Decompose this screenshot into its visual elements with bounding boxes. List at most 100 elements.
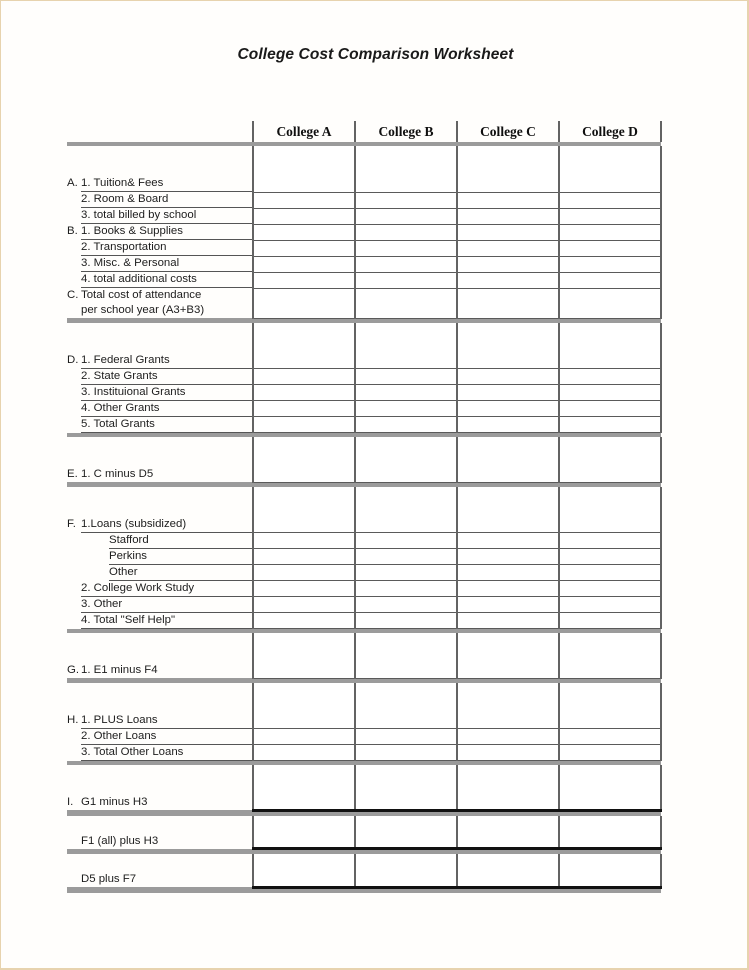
input-cell-cost-of-attendance-4-0[interactable] (252, 240, 356, 257)
input-cell-other-self-help-aid-5-0[interactable] (252, 596, 356, 613)
input-cell-grants-and-scholarships-4-3[interactable] (558, 416, 662, 433)
input-cell-total-student-financial-aid-heading-0[interactable] (252, 854, 356, 872)
input-cell-other-self-help-aid-6-2[interactable] (456, 612, 560, 629)
input-cell-grants-and-scholarships-heading-1[interactable] (354, 322, 458, 346)
input-cell-annual-out-of-pocket-cash-heading-2[interactable] (456, 765, 560, 788)
input-cell-grants-and-scholarships-2-2[interactable] (456, 384, 560, 401)
input-cell-cost-of-attendance-8-1[interactable] (354, 303, 458, 319)
input-cell-other-self-help-aid-3-3[interactable] (558, 564, 662, 581)
input-cell-other-loans-heading-0[interactable] (252, 682, 356, 706)
input-cell-total-student-financial-aid-0-0[interactable] (252, 872, 356, 889)
input-cell-other-loans-heading-2[interactable] (456, 682, 560, 706)
input-cell-other-self-help-aid-4-1[interactable] (354, 580, 458, 597)
input-cell-other-self-help-aid-2-0[interactable] (252, 548, 356, 565)
input-cell-discounted-cost-to-family-gap-2[interactable] (456, 460, 560, 467)
input-cell-other-self-help-aid-3-0[interactable] (252, 564, 356, 581)
input-cell-grants-and-scholarships-1-3[interactable] (558, 368, 662, 385)
input-cell-cost-of-attendance-7-3[interactable] (558, 288, 662, 303)
input-cell-other-self-help-aid-6-0[interactable] (252, 612, 356, 629)
input-cell-cost-of-attendance-7-2[interactable] (456, 288, 560, 303)
input-cell-family-contribution-to-cost-0-0[interactable] (252, 663, 356, 679)
input-cell-discounted-cost-to-family-heading-2[interactable] (456, 437, 560, 460)
input-cell-family-contribution-to-cost-0-2[interactable] (456, 663, 560, 679)
input-cell-annual-out-of-pocket-cash-0-1[interactable] (354, 795, 458, 812)
input-cell-other-loans-0-2[interactable] (456, 712, 560, 729)
input-cell-other-self-help-aid-0-1[interactable] (354, 516, 458, 533)
input-cell-grants-and-scholarships-heading-2[interactable] (456, 322, 560, 346)
input-cell-other-self-help-aid-heading-0[interactable] (252, 486, 356, 510)
input-cell-other-self-help-aid-3-2[interactable] (456, 564, 560, 581)
input-cell-grants-and-scholarships-1-2[interactable] (456, 368, 560, 385)
input-cell-total-loans-0-1[interactable] (354, 833, 458, 850)
input-cell-total-loans-0-0[interactable] (252, 833, 356, 850)
input-cell-other-self-help-aid-0-0[interactable] (252, 516, 356, 533)
input-cell-cost-of-attendance-gap-2[interactable] (456, 169, 560, 176)
input-cell-cost-of-attendance-5-0[interactable] (252, 256, 356, 273)
input-cell-other-loans-gap-1[interactable] (354, 705, 458, 713)
input-cell-family-contribution-to-cost-gap-2[interactable] (456, 656, 560, 663)
input-cell-cost-of-attendance-2-0[interactable] (252, 208, 356, 225)
input-cell-other-self-help-aid-5-2[interactable] (456, 596, 560, 613)
input-cell-cost-of-attendance-6-0[interactable] (252, 272, 356, 289)
input-cell-other-self-help-aid-0-3[interactable] (558, 516, 662, 533)
input-cell-other-self-help-aid-gap-2[interactable] (456, 509, 560, 517)
input-cell-grants-and-scholarships-gap-3[interactable] (558, 345, 662, 353)
input-cell-other-self-help-aid-gap-3[interactable] (558, 509, 662, 517)
input-cell-other-self-help-aid-1-0[interactable] (252, 532, 356, 549)
input-cell-other-loans-1-3[interactable] (558, 728, 662, 745)
input-cell-other-loans-gap-2[interactable] (456, 705, 560, 713)
input-cell-grants-and-scholarships-0-2[interactable] (456, 352, 560, 369)
input-cell-other-loans-2-1[interactable] (354, 744, 458, 761)
input-cell-grants-and-scholarships-heading-0[interactable] (252, 322, 356, 346)
input-cell-annual-out-of-pocket-cash-heading-0[interactable] (252, 765, 356, 788)
input-cell-total-student-financial-aid-0-1[interactable] (354, 872, 458, 889)
input-cell-total-student-financial-aid-0-2[interactable] (456, 872, 560, 889)
input-cell-discounted-cost-to-family-0-1[interactable] (354, 467, 458, 483)
input-cell-discounted-cost-to-family-heading-3[interactable] (558, 437, 662, 460)
input-cell-cost-of-attendance-2-3[interactable] (558, 208, 662, 225)
input-cell-family-contribution-to-cost-0-3[interactable] (558, 663, 662, 679)
input-cell-cost-of-attendance-8-0[interactable] (252, 303, 356, 319)
input-cell-discounted-cost-to-family-0-3[interactable] (558, 467, 662, 483)
input-cell-grants-and-scholarships-0-3[interactable] (558, 352, 662, 369)
input-cell-grants-and-scholarships-gap-1[interactable] (354, 345, 458, 353)
input-cell-other-loans-2-2[interactable] (456, 744, 560, 761)
input-cell-grants-and-scholarships-2-3[interactable] (558, 384, 662, 401)
input-cell-other-self-help-aid-0-2[interactable] (456, 516, 560, 533)
input-cell-other-self-help-aid-5-1[interactable] (354, 596, 458, 613)
input-cell-discounted-cost-to-family-0-2[interactable] (456, 467, 560, 483)
input-cell-cost-of-attendance-2-1[interactable] (354, 208, 458, 225)
input-cell-grants-and-scholarships-heading-3[interactable] (558, 322, 662, 346)
input-cell-other-self-help-aid-2-1[interactable] (354, 548, 458, 565)
input-cell-cost-of-attendance-7-1[interactable] (354, 288, 458, 303)
input-cell-grants-and-scholarships-2-1[interactable] (354, 384, 458, 401)
input-cell-other-self-help-aid-2-2[interactable] (456, 548, 560, 565)
input-cell-other-loans-heading-1[interactable] (354, 682, 458, 706)
input-cell-other-self-help-aid-4-3[interactable] (558, 580, 662, 597)
input-cell-other-self-help-aid-6-3[interactable] (558, 612, 662, 629)
input-cell-cost-of-attendance-4-1[interactable] (354, 240, 458, 257)
input-cell-cost-of-attendance-6-1[interactable] (354, 272, 458, 289)
input-cell-cost-of-attendance-3-1[interactable] (354, 224, 458, 241)
input-cell-other-loans-gap-0[interactable] (252, 705, 356, 713)
input-cell-grants-and-scholarships-gap-0[interactable] (252, 345, 356, 353)
input-cell-grants-and-scholarships-3-2[interactable] (456, 400, 560, 417)
input-cell-other-self-help-aid-1-3[interactable] (558, 532, 662, 549)
input-cell-family-contribution-to-cost-gap-3[interactable] (558, 656, 662, 663)
input-cell-other-self-help-aid-heading-2[interactable] (456, 486, 560, 510)
input-cell-grants-and-scholarships-1-1[interactable] (354, 368, 458, 385)
input-cell-discounted-cost-to-family-heading-1[interactable] (354, 437, 458, 460)
input-cell-annual-out-of-pocket-cash-heading-3[interactable] (558, 765, 662, 788)
input-cell-other-self-help-aid-heading-1[interactable] (354, 486, 458, 510)
input-cell-cost-of-attendance-5-3[interactable] (558, 256, 662, 273)
input-cell-family-contribution-to-cost-gap-1[interactable] (354, 656, 458, 663)
input-cell-cost-of-attendance-heading-2[interactable] (456, 146, 560, 169)
input-cell-cost-of-attendance-1-2[interactable] (456, 192, 560, 209)
input-cell-discounted-cost-to-family-0-0[interactable] (252, 467, 356, 483)
input-cell-grants-and-scholarships-0-0[interactable] (252, 352, 356, 369)
input-cell-grants-and-scholarships-2-0[interactable] (252, 384, 356, 401)
input-cell-cost-of-attendance-6-3[interactable] (558, 272, 662, 289)
input-cell-family-contribution-to-cost-heading-2[interactable] (456, 633, 560, 656)
input-cell-cost-of-attendance-3-0[interactable] (252, 224, 356, 241)
input-cell-grants-and-scholarships-3-0[interactable] (252, 400, 356, 417)
